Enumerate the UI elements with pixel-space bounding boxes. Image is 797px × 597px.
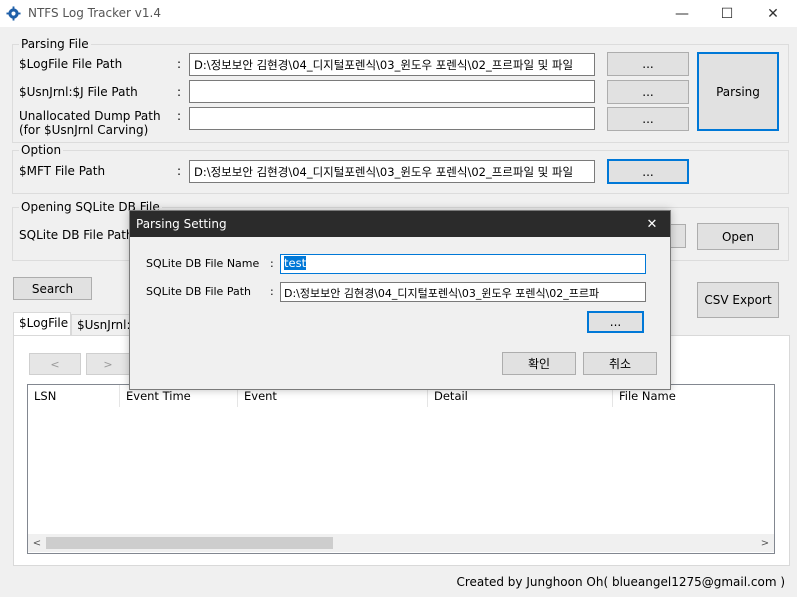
logfile-browse-button[interactable]: ... — [607, 52, 689, 76]
search-button[interactable]: Search — [13, 277, 92, 300]
db-path-dialog-colon: : — [270, 285, 274, 298]
unalloc-path-label: Unallocated Dump Path — [19, 109, 161, 123]
db-path-dialog-input[interactable]: D:\정보보안 김현경\04_디지털포렌식\03_윈도우 포렌식\02_프르파 — [280, 282, 646, 302]
option-group-label: Option — [19, 143, 64, 157]
maximize-button[interactable]: ☐ — [704, 0, 750, 27]
next-page-button[interactable]: > — [86, 353, 130, 375]
horizontal-scrollbar[interactable]: < > — [28, 534, 774, 552]
usnjrnl-browse-button[interactable]: ... — [607, 80, 689, 104]
dialog-close-icon[interactable]: ✕ — [634, 211, 670, 237]
open-button[interactable]: Open — [697, 223, 779, 250]
csv-export-button[interactable]: CSV Export — [697, 282, 779, 318]
mft-browse-button[interactable]: ... — [607, 159, 689, 184]
logfile-path-input[interactable]: D:\정보보안 김현경\04_디지털포렌식\03_윈도우 포렌식\02_프르파일… — [189, 53, 595, 76]
mft-colon: : — [177, 164, 182, 178]
db-name-selected-text: test — [284, 256, 307, 270]
tab-logfile[interactable]: $LogFile — [13, 312, 71, 336]
db-name-colon: : — [270, 257, 274, 270]
window-title: NTFS Log Tracker v1.4 — [28, 6, 161, 20]
mft-path-label: $MFT File Path — [19, 164, 106, 178]
dialog-title-bar: Parsing Setting ✕ — [130, 211, 670, 237]
scroll-left-icon[interactable]: < — [30, 535, 44, 551]
usnjrnl-path-label: $UsnJrnl:$J File Path — [19, 85, 138, 99]
db-name-label: SQLite DB File Name — [146, 257, 260, 270]
logfile-path-label: $LogFile File Path — [19, 57, 123, 71]
event-list[interactable]: LSN Event Time Event Detail File Name < … — [27, 384, 775, 554]
ok-button[interactable]: 확인 — [502, 352, 576, 375]
column-header-lsn[interactable]: LSN — [28, 385, 120, 407]
scroll-thumb[interactable] — [46, 537, 333, 549]
prev-page-button[interactable]: < — [29, 353, 81, 375]
title-bar: NTFS Log Tracker v1.4 — ☐ ✕ — [0, 0, 797, 27]
usnjrnl-path-input[interactable] — [189, 80, 595, 103]
parsing-button[interactable]: Parsing — [697, 52, 779, 131]
db-path-dialog-label: SQLite DB File Path — [146, 285, 251, 298]
db-name-input[interactable]: test — [280, 254, 646, 274]
tab-usnjrnl[interactable]: $UsnJrnl:$J — [71, 314, 130, 336]
db-path-label: SQLite DB File Path — [19, 228, 134, 242]
unalloc-path-sublabel: (for $UsnJrnl Carving) — [19, 123, 149, 137]
scroll-right-icon[interactable]: > — [758, 535, 772, 551]
mft-path-input[interactable]: D:\정보보안 김현경\04_디지털포렌식\03_윈도우 포렌식\02_프르파일… — [189, 160, 595, 183]
db-path-browse-button[interactable]: ... — [587, 311, 644, 333]
unalloc-path-input[interactable] — [189, 107, 595, 130]
logfile-colon: : — [177, 57, 182, 71]
footer-credit: Created by Junghoon Oh( blueangel1275@gm… — [456, 575, 786, 589]
close-button[interactable]: ✕ — [750, 0, 796, 27]
parsing-setting-dialog: Parsing Setting ✕ SQLite DB File Name : … — [129, 210, 671, 390]
gear-icon — [6, 6, 21, 21]
unalloc-colon: : — [177, 109, 182, 123]
cancel-button[interactable]: 취소 — [583, 352, 657, 375]
dialog-title: Parsing Setting — [136, 217, 227, 231]
unalloc-browse-button[interactable]: ... — [607, 107, 689, 131]
usnjrnl-colon: : — [177, 85, 182, 99]
minimize-button[interactable]: — — [659, 0, 705, 27]
parsing-file-group-label: Parsing File — [19, 37, 91, 51]
